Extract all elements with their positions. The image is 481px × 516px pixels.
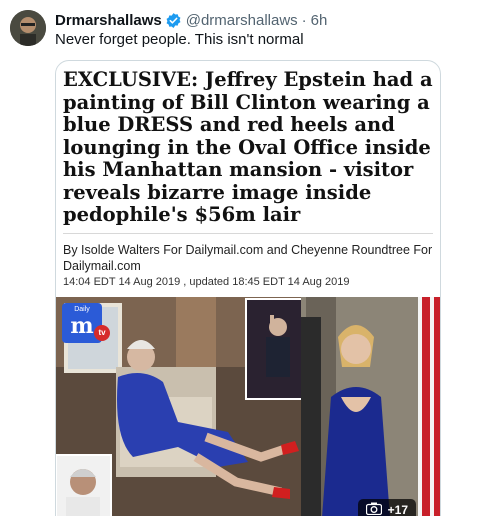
avatar[interactable]: [10, 10, 46, 46]
dailymail-tv-logo: Daily m tv: [62, 303, 110, 343]
tweet-timestamp[interactable]: 6h: [311, 12, 328, 29]
verified-badge-icon: [165, 12, 182, 29]
display-name[interactable]: Drmarshallaws: [55, 12, 162, 29]
article-image[interactable]: Daily m tv +17: [56, 297, 440, 516]
article-card[interactable]: EXCLUSIVE: Jeffrey Epstein had a paintin…: [55, 60, 441, 516]
tweet-header: Drmarshallaws @drmarshallaws · 6h: [55, 10, 473, 30]
user-handle[interactable]: @drmarshallaws: [186, 12, 298, 29]
article-byline: By Isolde Walters For Dailymail.com and …: [63, 243, 433, 273]
divider: [63, 233, 433, 234]
logo-tv-badge: tv: [94, 325, 110, 341]
separator-dot: ·: [301, 11, 307, 29]
camera-icon: [365, 502, 382, 516]
article-headline: EXCLUSIVE: Jeffrey Epstein had a paintin…: [63, 68, 433, 226]
collage-illustration: [56, 297, 440, 516]
media-count-button[interactable]: +17: [357, 499, 416, 516]
tweet-text: Never forget people. This isn't normal: [55, 31, 304, 48]
media-count: +17: [387, 503, 408, 516]
article-dates: 14:04 EDT 14 Aug 2019 , updated 18:45 ED…: [63, 276, 350, 288]
